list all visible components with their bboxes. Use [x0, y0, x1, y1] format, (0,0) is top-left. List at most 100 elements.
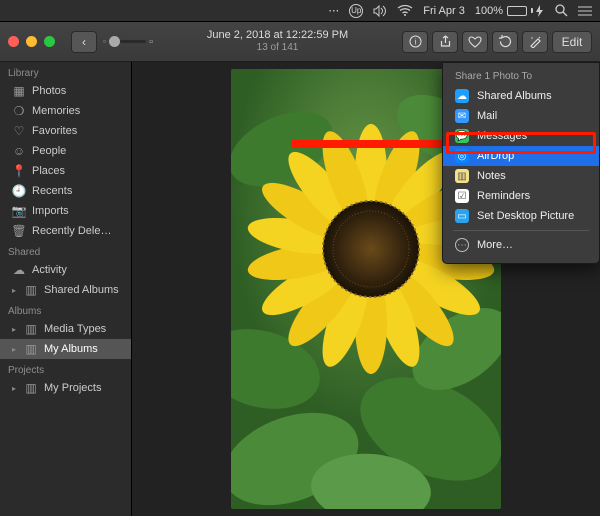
- favorites-icon: ♡: [12, 124, 26, 138]
- sidebar-item-shared-albums[interactable]: ▸ ▥ Shared Albums: [0, 280, 131, 300]
- sidebar-item-media-types[interactable]: ▸ ▥ Media Types: [0, 319, 131, 339]
- sidebar-item-label: My Albums: [44, 343, 98, 355]
- sidebar-item-my-albums[interactable]: ▸ ▥ My Albums: [0, 339, 131, 359]
- sidebar-item-memories[interactable]: ❍ Memories: [0, 101, 131, 121]
- photo-count: 13 of 141: [207, 42, 348, 54]
- shared-albums-icon: ▥: [24, 283, 38, 297]
- share-item-shared-albums[interactable]: ☁ Shared Albums: [443, 86, 599, 106]
- sidebar-item-label: Recently Dele…: [32, 225, 111, 237]
- photos-icon: ▦: [12, 84, 26, 98]
- share-item-label: Messages: [477, 130, 527, 142]
- clock-text: Fri Apr 3: [423, 5, 465, 17]
- sidebar-item-label: Activity: [32, 264, 67, 276]
- disclosure-icon: ▸: [12, 286, 16, 295]
- share-menu[interactable]: Share 1 Photo To ☁ Shared Albums ✉Mail 💬 Mes…: [442, 62, 600, 264]
- sidebar-item-label: Memories: [32, 105, 80, 117]
- battery-icon: [507, 6, 527, 16]
- wifi-icon: [397, 5, 413, 16]
- sidebar-heading: Projects: [0, 359, 131, 378]
- up-icon: Up: [349, 4, 363, 18]
- notification-center-icon[interactable]: [578, 5, 592, 17]
- folder-icon: ▥: [24, 381, 38, 395]
- back-button[interactable]: ‹: [71, 31, 97, 53]
- close-window-button[interactable]: [8, 36, 19, 47]
- people-icon: ☺: [12, 144, 26, 158]
- sidebar-heading: Library: [0, 62, 131, 81]
- disclosure-icon: ▸: [12, 325, 16, 334]
- recents-icon: 🕘: [12, 184, 26, 198]
- sidebar-item-photos[interactable]: ▦ Photos: [0, 81, 131, 101]
- sidebar-item-places[interactable]: 📍 Places: [0, 161, 131, 181]
- cloud-icon: ☁: [455, 89, 469, 103]
- spotlight-icon[interactable]: [555, 4, 568, 17]
- toolbar-title: June 2, 2018 at 12:22:59 PM 13 of 141: [207, 29, 348, 54]
- more-icon: ⋯: [455, 238, 469, 252]
- disclosure-icon: ▸: [12, 345, 16, 354]
- share-item-label: Set Desktop Picture: [477, 210, 574, 222]
- share-button[interactable]: [432, 31, 458, 53]
- enhance-button[interactable]: [522, 31, 548, 53]
- desktop-icon: ▭: [455, 209, 469, 223]
- share-more[interactable]: ⋯ More…: [443, 235, 599, 255]
- share-item-messages[interactable]: 💬 Messages: [443, 126, 599, 146]
- share-menu-title: Share 1 Photo To: [443, 69, 599, 86]
- share-item-notes[interactable]: ▥ Notes: [443, 166, 599, 186]
- share-item-set-desktop-picture[interactable]: ▭ Set Desktop Picture: [443, 206, 599, 226]
- disclosure-icon: ▸: [12, 384, 16, 393]
- share-more-label: More…: [477, 239, 513, 251]
- share-item-label: Shared Albums: [477, 90, 552, 102]
- sidebar-heading: Shared: [0, 241, 131, 260]
- sidebar[interactable]: Library ▦ Photos ❍ Memories ♡ Favorites ☺ People…: [0, 62, 132, 516]
- share-menu-separator: [453, 230, 589, 231]
- photo-viewer[interactable]: Share 1 Photo To ☁ Shared Albums ✉Mail 💬 Mes…: [132, 62, 600, 516]
- cloud-icon: ☁: [12, 263, 26, 277]
- share-item-label: Reminders: [477, 190, 530, 202]
- minimize-window-button[interactable]: [26, 36, 37, 47]
- sidebar-item-label: Favorites: [32, 125, 77, 137]
- share-item-airdrop[interactable]: ◎AirDrop: [443, 146, 599, 166]
- battery-indicator: 100%: [475, 5, 545, 17]
- sidebar-item-label: Shared Albums: [44, 284, 119, 296]
- window-controls[interactable]: [8, 36, 55, 47]
- notes-icon: ▥: [455, 169, 469, 183]
- sidebar-item-favorites[interactable]: ♡ Favorites: [0, 121, 131, 141]
- folder-icon: ▥: [24, 322, 38, 336]
- edit-button[interactable]: Edit: [552, 31, 592, 53]
- trash-icon: 🗑: [12, 224, 26, 238]
- places-icon: 📍: [12, 164, 26, 178]
- sidebar-item-people[interactable]: ☺ People: [0, 141, 131, 161]
- favorite-button[interactable]: [462, 31, 488, 53]
- svg-text:i: i: [414, 38, 416, 47]
- sidebar-item-recents[interactable]: 🕘Recents: [0, 181, 131, 201]
- sidebar-heading: Albums: [0, 300, 131, 319]
- sidebar-item-label: People: [32, 145, 66, 157]
- battery-percent: 100%: [475, 5, 503, 17]
- info-button[interactable]: i: [402, 31, 428, 53]
- reminders-icon: ☑: [455, 189, 469, 203]
- sidebar-item-label: Media Types: [44, 323, 106, 335]
- sidebar-item-my-projects[interactable]: ▸ ▥ My Projects: [0, 378, 131, 398]
- toolbar: ‹ ▫ ▫ June 2, 2018 at 12:22:59 PM 13 of …: [0, 22, 600, 62]
- share-item-reminders[interactable]: ☑ Reminders: [443, 186, 599, 206]
- share-item-label: Mail: [477, 110, 497, 122]
- sidebar-item-imports[interactable]: 📷 Imports: [0, 201, 131, 221]
- messages-icon: 💬: [455, 129, 469, 143]
- sidebar-item-label: Places: [32, 165, 65, 177]
- zoom-slider[interactable]: ▫ ▫: [103, 31, 153, 53]
- sidebar-item-recently-dele-[interactable]: 🗑 Recently Dele…: [0, 221, 131, 241]
- folder-icon: ▥: [24, 342, 38, 356]
- rotate-button[interactable]: [492, 31, 518, 53]
- sidebar-item-label: Photos: [32, 85, 66, 97]
- share-item-label: Notes: [477, 170, 506, 182]
- sidebar-item-label: My Projects: [44, 382, 101, 394]
- share-item-mail[interactable]: ✉Mail: [443, 106, 599, 126]
- share-item-label: AirDrop: [477, 150, 514, 162]
- imports-icon: 📷: [12, 204, 26, 218]
- photos-window: ‹ ▫ ▫ June 2, 2018 at 12:22:59 PM 13 of …: [0, 22, 600, 516]
- memories-icon: ❍: [12, 104, 26, 118]
- sidebar-item-label: Imports: [32, 205, 69, 217]
- zoom-window-button[interactable]: [44, 36, 55, 47]
- sidebar-item-activity[interactable]: ☁ Activity: [0, 260, 131, 280]
- dots-icon: ⋯: [328, 4, 339, 17]
- photo-date: June 2, 2018 at 12:22:59 PM: [207, 29, 348, 42]
